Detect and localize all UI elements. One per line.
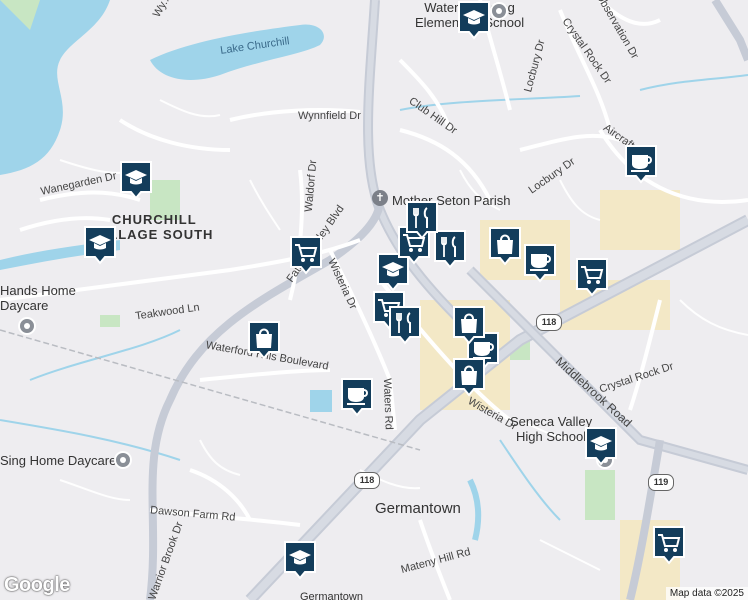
shopping-marker-icon[interactable] xyxy=(488,226,522,266)
place-germantown-bottom: Germantown xyxy=(300,591,363,600)
place-germantown: Germantown xyxy=(375,500,461,517)
grocery-marker-icon[interactable] xyxy=(575,257,609,297)
school-marker-icon[interactable] xyxy=(83,225,117,265)
street-waters-rd: Waters Rd xyxy=(380,378,395,430)
school-marker-icon[interactable] xyxy=(119,160,153,200)
route-119-shield: 119 xyxy=(648,474,674,491)
school-marker-icon[interactable] xyxy=(584,426,618,466)
church-icon[interactable]: ✝ xyxy=(372,190,388,206)
place-daycare-1: Hands Home Daycare xyxy=(0,283,76,313)
map-canvas[interactable]: Waters Landing Elementary School Lake Ch… xyxy=(0,0,748,600)
shopping-marker-icon[interactable] xyxy=(247,320,281,360)
grocery-marker-icon[interactable] xyxy=(289,235,323,275)
daycare-poi-icon[interactable] xyxy=(114,451,132,469)
school-marker-icon[interactable] xyxy=(457,0,491,40)
grocery-marker-icon[interactable] xyxy=(652,525,686,565)
place-seneca-valley: Seneca Valley High School xyxy=(510,414,593,444)
route-118-shield: 118 xyxy=(536,314,562,331)
school-poi-icon[interactable] xyxy=(490,2,508,20)
route-118-shield: 118 xyxy=(354,472,380,489)
restaurant-marker-icon[interactable] xyxy=(388,305,422,345)
place-daycare-2: Sing Home Daycare xyxy=(0,453,117,468)
daycare-poi-icon[interactable] xyxy=(18,317,36,335)
cafe-marker-icon[interactable] xyxy=(523,243,557,283)
map-attribution[interactable]: Map data ©2025 xyxy=(665,587,748,600)
street-wynnfield-dr: Wynnfield Dr xyxy=(298,110,361,122)
school-marker-icon[interactable] xyxy=(283,540,317,580)
shopping-marker-icon[interactable] xyxy=(452,305,486,345)
cafe-marker-icon[interactable] xyxy=(340,377,374,417)
shopping-marker-icon[interactable] xyxy=(452,357,486,397)
google-logo[interactable]: Google xyxy=(4,574,70,597)
cafe-marker-icon[interactable] xyxy=(624,144,658,184)
restaurant-marker-icon[interactable] xyxy=(405,200,439,240)
